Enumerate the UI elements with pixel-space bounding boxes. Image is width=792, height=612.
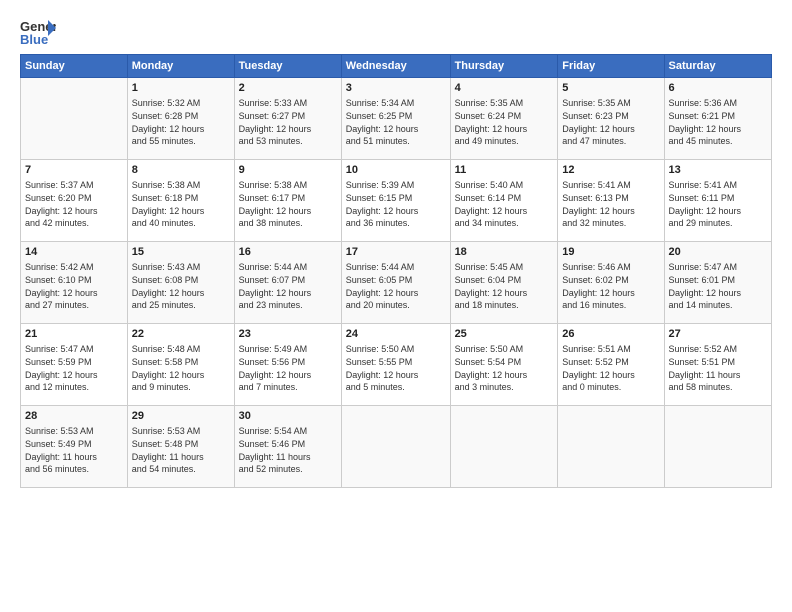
day-number: 28 [25,409,123,424]
day-number: 15 [132,245,230,260]
day-number: 22 [132,327,230,342]
day-number: 6 [669,81,767,96]
day-number: 24 [346,327,446,342]
calendar-cell: 18Sunrise: 5:45 AMSunset: 6:04 PMDayligh… [450,242,558,324]
day-number: 12 [562,163,659,178]
svg-text:Blue: Blue [20,32,48,46]
calendar-cell: 13Sunrise: 5:41 AMSunset: 6:11 PMDayligh… [664,160,771,242]
calendar-cell: 27Sunrise: 5:52 AMSunset: 5:51 PMDayligh… [664,324,771,406]
logo-icon: General Blue [20,18,56,46]
day-number: 1 [132,81,230,96]
calendar-cell: 11Sunrise: 5:40 AMSunset: 6:14 PMDayligh… [450,160,558,242]
calendar-cell: 21Sunrise: 5:47 AMSunset: 5:59 PMDayligh… [21,324,128,406]
calendar-cell [558,406,664,488]
day-number: 21 [25,327,123,342]
day-number: 4 [455,81,554,96]
weekday-header: Thursday [450,55,558,78]
calendar-cell: 4Sunrise: 5:35 AMSunset: 6:24 PMDaylight… [450,78,558,160]
calendar-cell: 3Sunrise: 5:34 AMSunset: 6:25 PMDaylight… [341,78,450,160]
day-number: 26 [562,327,659,342]
day-number: 17 [346,245,446,260]
day-number: 8 [132,163,230,178]
weekday-header: Sunday [21,55,128,78]
day-number: 9 [239,163,337,178]
header: General Blue [20,18,772,46]
day-number: 7 [25,163,123,178]
calendar-cell: 22Sunrise: 5:48 AMSunset: 5:58 PMDayligh… [127,324,234,406]
calendar-cell: 8Sunrise: 5:38 AMSunset: 6:18 PMDaylight… [127,160,234,242]
day-number: 14 [25,245,123,260]
calendar-cell: 5Sunrise: 5:35 AMSunset: 6:23 PMDaylight… [558,78,664,160]
day-number: 18 [455,245,554,260]
calendar-cell: 20Sunrise: 5:47 AMSunset: 6:01 PMDayligh… [664,242,771,324]
calendar-cell: 25Sunrise: 5:50 AMSunset: 5:54 PMDayligh… [450,324,558,406]
logo: General Blue [20,18,56,46]
day-number: 27 [669,327,767,342]
calendar-cell: 9Sunrise: 5:38 AMSunset: 6:17 PMDaylight… [234,160,341,242]
calendar-cell: 30Sunrise: 5:54 AMSunset: 5:46 PMDayligh… [234,406,341,488]
weekday-header: Wednesday [341,55,450,78]
weekday-header: Tuesday [234,55,341,78]
day-number: 23 [239,327,337,342]
calendar-cell [450,406,558,488]
day-number: 19 [562,245,659,260]
calendar-cell: 28Sunrise: 5:53 AMSunset: 5:49 PMDayligh… [21,406,128,488]
calendar-cell: 10Sunrise: 5:39 AMSunset: 6:15 PMDayligh… [341,160,450,242]
weekday-header: Monday [127,55,234,78]
calendar-cell: 29Sunrise: 5:53 AMSunset: 5:48 PMDayligh… [127,406,234,488]
page: General Blue SundayMondayTuesdayWednesda… [0,0,792,612]
day-number: 13 [669,163,767,178]
calendar-cell: 15Sunrise: 5:43 AMSunset: 6:08 PMDayligh… [127,242,234,324]
calendar-cell: 19Sunrise: 5:46 AMSunset: 6:02 PMDayligh… [558,242,664,324]
calendar-cell: 14Sunrise: 5:42 AMSunset: 6:10 PMDayligh… [21,242,128,324]
weekday-header: Friday [558,55,664,78]
day-number: 5 [562,81,659,96]
day-number: 16 [239,245,337,260]
day-number: 2 [239,81,337,96]
day-number: 10 [346,163,446,178]
calendar-cell: 6Sunrise: 5:36 AMSunset: 6:21 PMDaylight… [664,78,771,160]
calendar-cell [664,406,771,488]
day-number: 25 [455,327,554,342]
calendar-cell: 17Sunrise: 5:44 AMSunset: 6:05 PMDayligh… [341,242,450,324]
day-number: 11 [455,163,554,178]
day-number: 3 [346,81,446,96]
calendar-cell: 24Sunrise: 5:50 AMSunset: 5:55 PMDayligh… [341,324,450,406]
day-number: 20 [669,245,767,260]
calendar-cell [21,78,128,160]
day-number: 30 [239,409,337,424]
calendar-cell: 26Sunrise: 5:51 AMSunset: 5:52 PMDayligh… [558,324,664,406]
calendar-cell: 7Sunrise: 5:37 AMSunset: 6:20 PMDaylight… [21,160,128,242]
calendar-cell: 1Sunrise: 5:32 AMSunset: 6:28 PMDaylight… [127,78,234,160]
calendar-cell: 23Sunrise: 5:49 AMSunset: 5:56 PMDayligh… [234,324,341,406]
calendar-cell: 2Sunrise: 5:33 AMSunset: 6:27 PMDaylight… [234,78,341,160]
weekday-header: Saturday [664,55,771,78]
calendar-cell [341,406,450,488]
calendar-cell: 16Sunrise: 5:44 AMSunset: 6:07 PMDayligh… [234,242,341,324]
calendar-cell: 12Sunrise: 5:41 AMSunset: 6:13 PMDayligh… [558,160,664,242]
calendar-table: SundayMondayTuesdayWednesdayThursdayFrid… [20,54,772,488]
day-number: 29 [132,409,230,424]
